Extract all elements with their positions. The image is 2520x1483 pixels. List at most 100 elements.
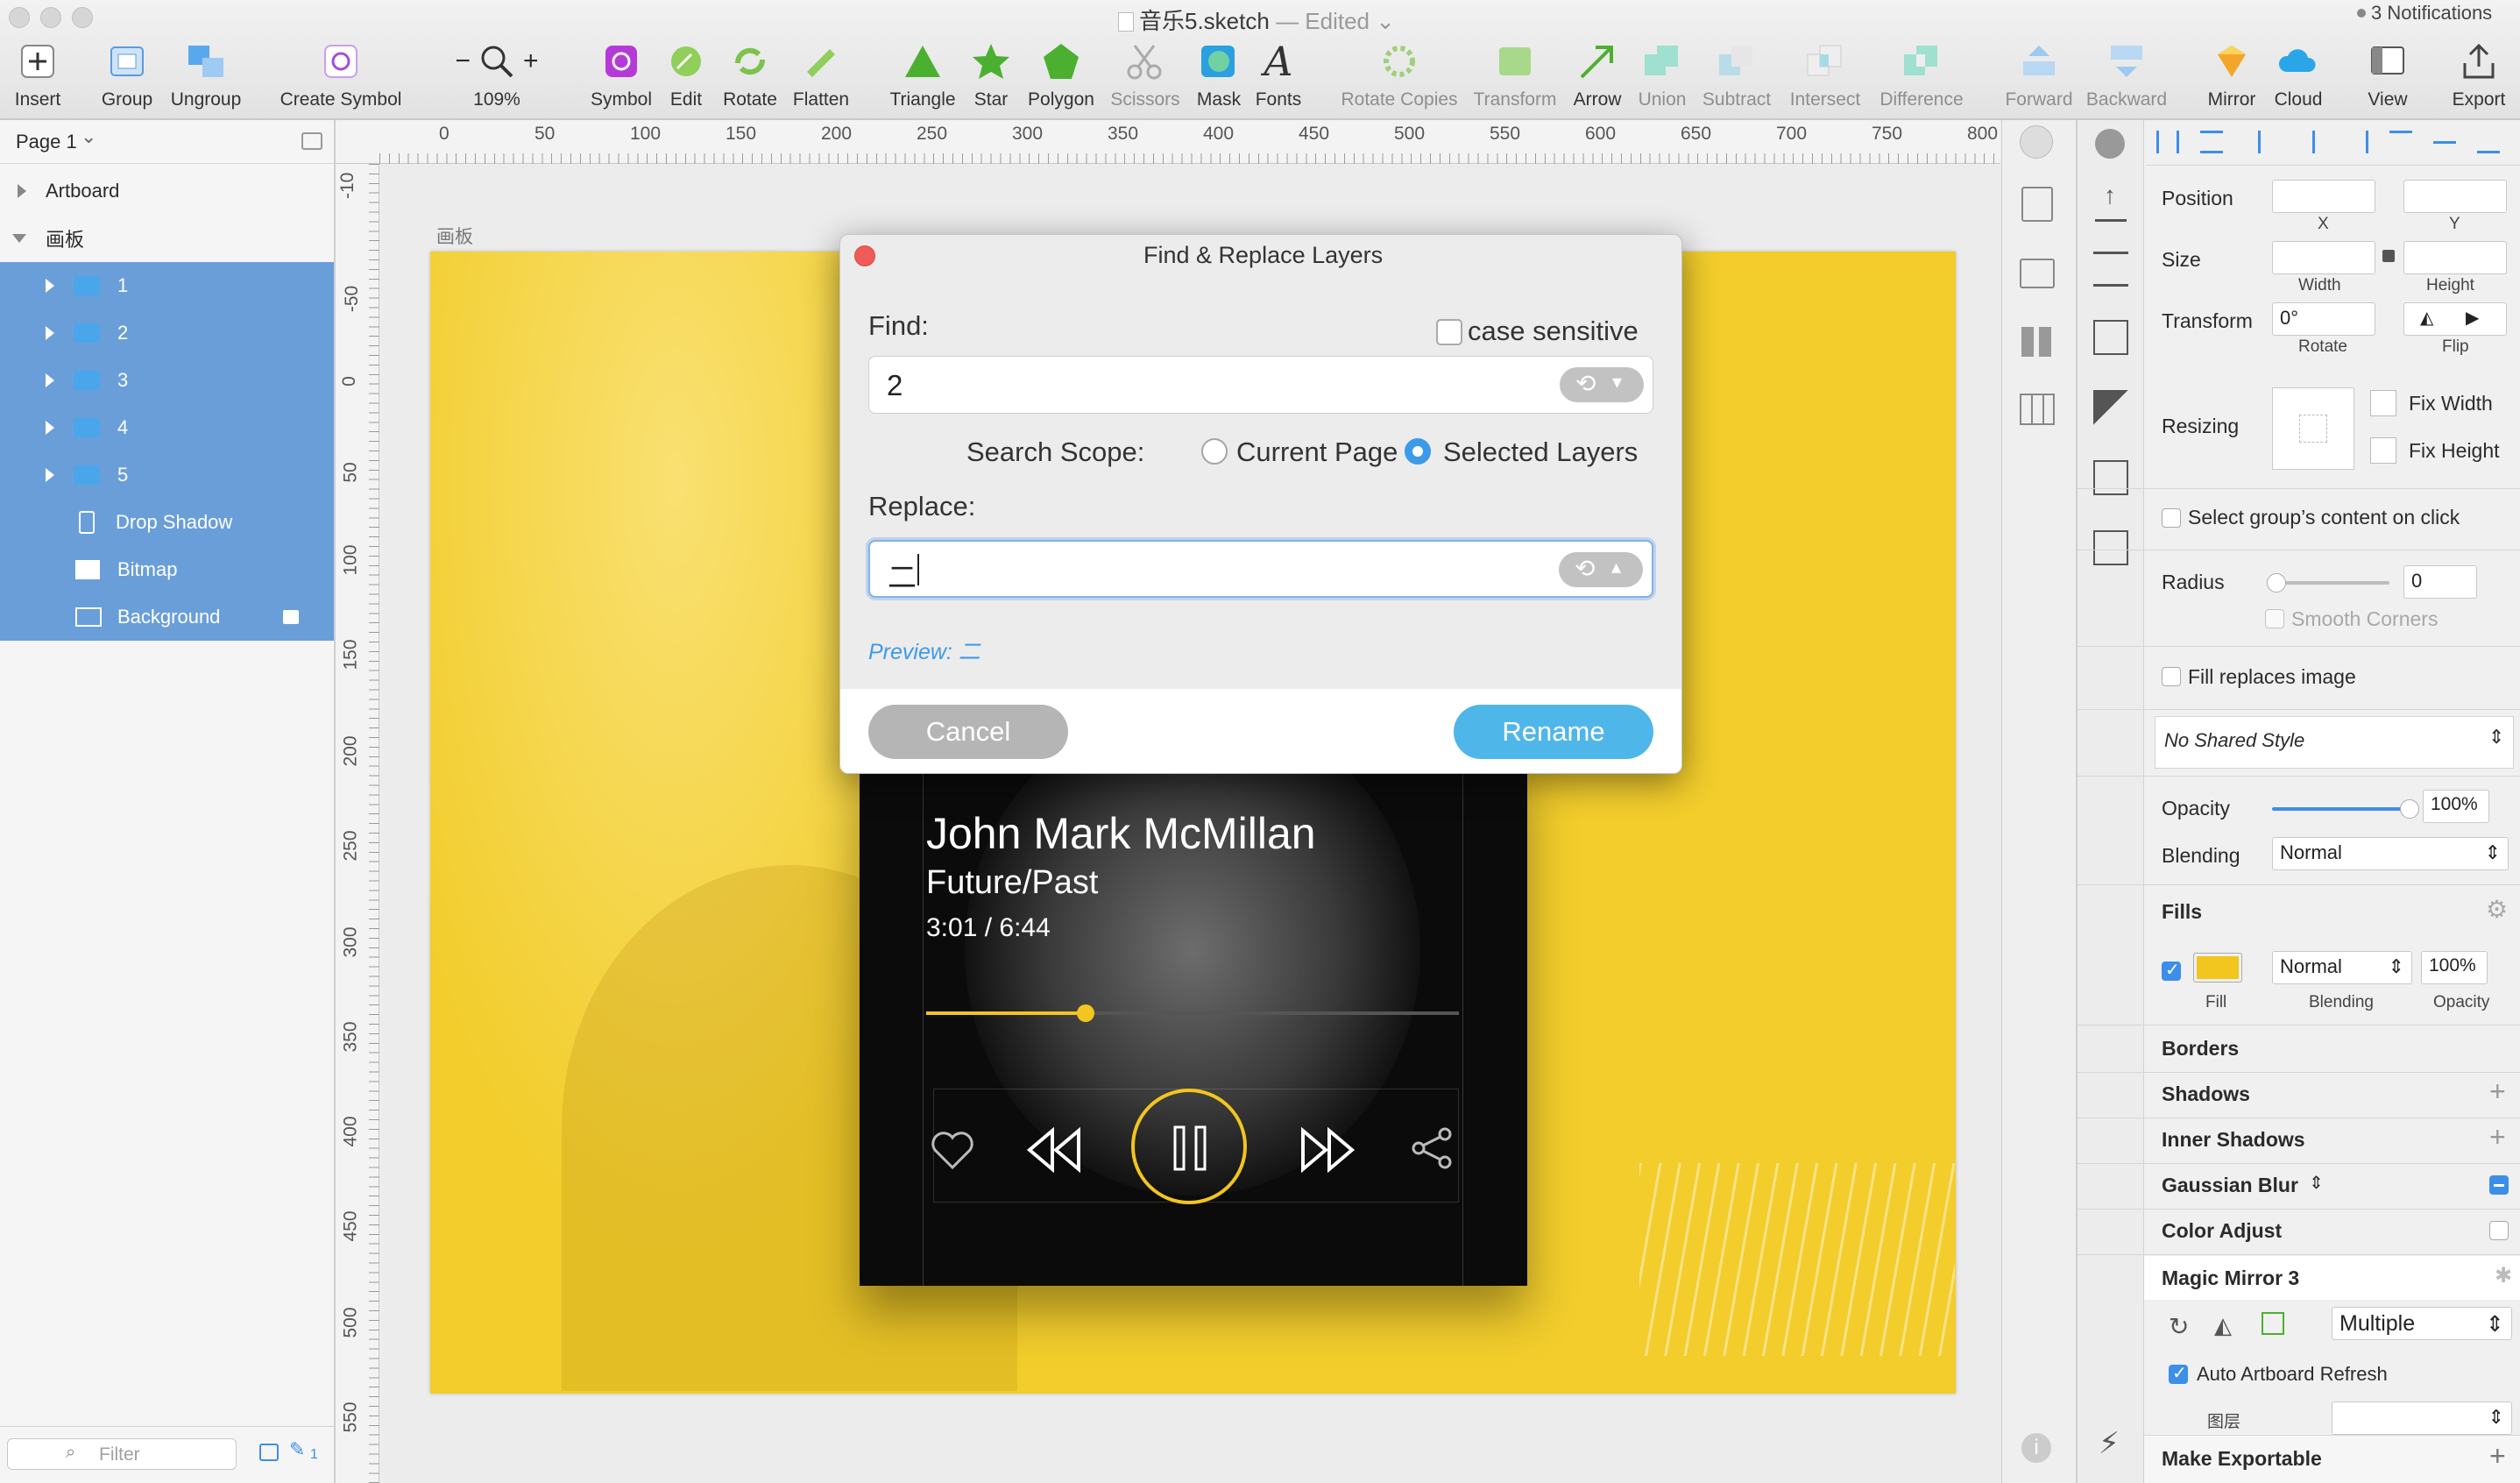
cancel-button[interactable]: Cancel [868, 705, 1068, 759]
color-adjust-checkbox[interactable] [2489, 1221, 2509, 1240]
disclosure-triangle-icon[interactable] [46, 326, 54, 340]
layer-background[interactable]: Background [0, 593, 334, 641]
view-button[interactable]: View [2339, 35, 2436, 110]
align-top-icon[interactable] [2389, 131, 2412, 153]
case-sensitive-checkbox[interactable] [1436, 319, 1462, 345]
rotate-copies-button[interactable]: Rotate Copies [1341, 35, 1458, 110]
position-y-input[interactable] [2403, 180, 2507, 213]
artboard-name-label[interactable]: 画板 [436, 223, 473, 249]
find-history-button[interactable]: ⟲ ▾ [1560, 367, 1644, 402]
layer-select[interactable]: ⇕ [2332, 1401, 2512, 1435]
find-input[interactable]: 2 ⟲ ▾ [868, 356, 1653, 414]
lock-icon[interactable] [283, 610, 299, 624]
add-shadow-icon[interactable]: + [2489, 1075, 2506, 1108]
close-window-button[interactable] [9, 7, 30, 28]
zoom-in-icon[interactable]: + [523, 46, 539, 76]
disclosure-triangle-icon[interactable] [46, 373, 54, 387]
flatten-button[interactable]: Flatten [773, 35, 869, 110]
add-inner-shadow-icon[interactable]: + [2489, 1121, 2506, 1153]
opacity-input[interactable]: 100% [2423, 790, 2489, 823]
disclosure-open-icon[interactable] [12, 234, 26, 243]
disclosure-triangle-icon[interactable] [46, 421, 54, 435]
fix-width-icon[interactable] [2370, 390, 2396, 416]
selected-layers-radio[interactable] [1405, 438, 1431, 465]
export-button[interactable]: Export [2431, 35, 2520, 110]
shared-style-select[interactable]: No Shared Style ⇕ [2155, 716, 2514, 769]
zoom-window-button[interactable] [72, 7, 93, 28]
layer-folder-4[interactable]: 4 [0, 404, 334, 451]
fill-enabled-checkbox[interactable]: ✓ [2162, 961, 2181, 981]
gaussian-blur-checkbox[interactable] [2489, 1175, 2509, 1195]
gear-icon[interactable]: ✱ [2495, 1263, 2512, 1288]
distribute-vertical-icon[interactable] [2200, 131, 2223, 153]
opacity-slider-knob[interactable] [2400, 799, 2419, 819]
opacity-slider[interactable] [2272, 799, 2419, 819]
layer-group-huaban[interactable]: 画板 [0, 215, 334, 262]
create-symbol-button[interactable]: Create Symbol [280, 35, 401, 110]
refresh-icon[interactable]: ↻ [2169, 1312, 2189, 1341]
fill-blending-select[interactable]: Normal ⇕ [2272, 951, 2412, 984]
insert-button[interactable]: Insert [0, 35, 86, 110]
lock-icon[interactable] [2382, 250, 2395, 262]
color-picker-icon[interactable] [2095, 129, 2125, 159]
fill-opacity-input[interactable]: 100% [2421, 951, 2488, 984]
pause-button[interactable] [1131, 1089, 1247, 1204]
f-plugin-icon[interactable] [2020, 125, 2053, 159]
polygon-button[interactable]: Polygon [1013, 35, 1109, 110]
align-middle-icon[interactable] [2433, 141, 2456, 164]
current-page-radio[interactable] [1201, 438, 1228, 465]
info-icon[interactable]: i [2021, 1433, 2051, 1463]
disclosure-triangle-icon[interactable] [18, 184, 26, 198]
layer-drop-shadow[interactable]: Drop Shadow [0, 499, 334, 546]
distribute-horizontal-icon[interactable] [2156, 131, 2179, 153]
share-icon[interactable] [1410, 1125, 1455, 1171]
dialog-close-button[interactable] [854, 245, 875, 266]
collapse-icon[interactable] [301, 132, 322, 150]
notifications-badge[interactable]: 3 Notifications [2357, 2, 2492, 25]
rotate-input[interactable]: 0° [2272, 302, 2375, 336]
fast-forward-icon[interactable] [1299, 1125, 1356, 1174]
subtract-button[interactable]: Subtract [1688, 35, 1785, 110]
export-doc-icon[interactable] [2021, 187, 2053, 222]
cloud-button[interactable]: Cloud [2250, 35, 2347, 110]
backward-button[interactable]: Backward [2078, 35, 2175, 110]
disclosure-triangle-icon[interactable] [46, 468, 54, 482]
fix-height-icon[interactable] [2370, 437, 2396, 464]
heart-icon[interactable] [930, 1129, 975, 1171]
minimize-window-button[interactable] [40, 7, 61, 28]
components-icon[interactable] [2093, 390, 2128, 425]
replace-input[interactable]: 二 ⟲ ▴ [868, 540, 1653, 598]
flip-icon[interactable]: ◭ [2214, 1312, 2232, 1339]
radius-slider-knob[interactable] [2267, 573, 2286, 592]
align-center-icon[interactable] [2312, 131, 2335, 153]
auto-refresh-checkbox[interactable]: ✓ [2169, 1364, 2188, 1384]
fill-color-swatch[interactable] [2193, 953, 2242, 983]
chevron-down-icon[interactable]: ⌄ [1376, 8, 1395, 34]
layer-folder-1[interactable]: 1 [0, 262, 334, 309]
artboard-jump-icon[interactable] [2262, 1312, 2284, 1335]
position-x-input[interactable] [2272, 180, 2375, 213]
grid-icon[interactable] [2021, 327, 2051, 357]
brush-icon[interactable]: ✎ [289, 1438, 305, 1461]
select-group-checkbox[interactable] [2162, 508, 2181, 528]
table-icon[interactable] [2020, 394, 2055, 425]
layer-folder-5[interactable]: 5 [0, 451, 334, 499]
layer-folder-3[interactable]: 3 [0, 357, 334, 404]
rewind-icon[interactable] [1026, 1125, 1082, 1174]
layer-artboard[interactable]: Artboard [0, 167, 334, 215]
height-input[interactable] [2403, 241, 2507, 274]
zoom-control[interactable]: − +109% [449, 35, 545, 110]
fill-replaces-image-checkbox[interactable] [2162, 667, 2181, 686]
layout-icon[interactable] [2020, 259, 2055, 288]
rename-button[interactable]: Rename [1454, 705, 1653, 759]
add-export-icon[interactable]: + [2489, 1440, 2506, 1472]
blending-select[interactable]: Normal ⇕ [2272, 837, 2509, 870]
radius-slider[interactable] [2267, 573, 2389, 592]
magic-mirror-mode-select[interactable]: Multiple ⇕ [2332, 1307, 2512, 1340]
gaussian-blur-header[interactable]: Gaussian Blur [2162, 1174, 2298, 1197]
flip-control[interactable]: ◭ ▶ [2403, 302, 2507, 336]
replace-history-button[interactable]: ⟲ ▴ [1559, 552, 1643, 587]
upload-icon[interactable]: ↑ [2095, 181, 2127, 222]
radius-input[interactable]: 0 [2403, 565, 2477, 599]
layer-bitmap[interactable]: Bitmap [0, 546, 334, 593]
